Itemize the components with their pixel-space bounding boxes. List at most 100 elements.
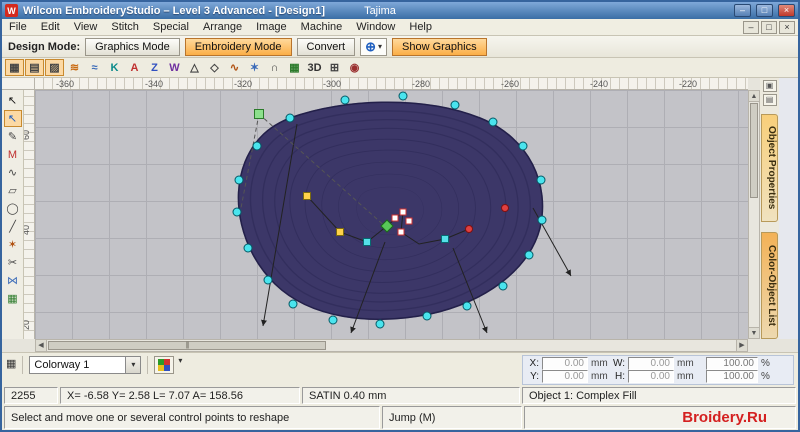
tool-button[interactable]: ↖ xyxy=(4,92,22,109)
menu-item[interactable]: Stitch xyxy=(104,20,146,34)
tool-button[interactable]: ▱ xyxy=(4,182,22,199)
node-handle[interactable] xyxy=(303,192,311,200)
node-handle[interactable] xyxy=(422,311,432,321)
tool-button[interactable]: ⋈ xyxy=(4,272,22,289)
node-handle[interactable] xyxy=(518,141,528,151)
menu-item[interactable]: Window xyxy=(349,20,402,34)
dock-grip-icon[interactable]: ▦ xyxy=(6,356,16,372)
tab-object-properties[interactable]: Object Properties xyxy=(761,114,778,222)
toolbar-icon[interactable]: ⊞ xyxy=(325,59,344,76)
node-handle[interactable] xyxy=(232,207,242,217)
minimize-button[interactable]: – xyxy=(734,4,751,17)
panel-icon[interactable]: ▤ xyxy=(762,94,777,106)
scroll-up-icon[interactable]: ▲ xyxy=(749,91,759,102)
node-handle[interactable] xyxy=(285,113,295,123)
show-graphics-button[interactable]: Show Graphics xyxy=(392,37,487,56)
node-handle[interactable] xyxy=(340,95,350,105)
close-button[interactable]: × xyxy=(778,4,795,17)
node-handle[interactable] xyxy=(363,238,371,246)
h-input[interactable]: 0.00 xyxy=(628,370,674,383)
toolbar-icon[interactable]: ◉ xyxy=(345,59,364,76)
toolbar-icon[interactable]: ∩ xyxy=(265,59,284,76)
tool-button[interactable]: ✂ xyxy=(4,254,22,271)
node-handle[interactable] xyxy=(462,301,472,311)
scale-y-input[interactable]: 100.00 xyxy=(706,370,758,383)
vertical-scroll-thumb[interactable] xyxy=(750,103,758,198)
tool-button[interactable]: ↖ xyxy=(3,110,22,127)
menu-item[interactable]: Machine xyxy=(294,20,350,34)
tool-button[interactable]: ◯ xyxy=(4,200,22,217)
toolbar-icon[interactable]: ✶ xyxy=(245,59,264,76)
menu-item[interactable]: Help xyxy=(402,20,439,34)
node-handle[interactable] xyxy=(391,214,399,222)
tab-color-object-list[interactable]: Color-Object List xyxy=(761,231,778,339)
node-handle[interactable] xyxy=(336,228,344,236)
hoop-globe-button[interactable]: ⊕ ▾ xyxy=(360,37,387,56)
scroll-right-icon[interactable]: ▶ xyxy=(736,340,747,351)
maximize-button[interactable]: □ xyxy=(756,4,773,17)
mdi-restore-button[interactable]: □ xyxy=(761,20,777,34)
end-handle[interactable] xyxy=(465,225,473,233)
horizontal-scrollbar[interactable]: ◀ ||| ▶ xyxy=(35,339,748,352)
mdi-close-button[interactable]: × xyxy=(779,20,795,34)
node-handle[interactable] xyxy=(405,217,413,225)
menu-item[interactable]: Image xyxy=(249,20,294,34)
tool-button[interactable]: ╱ xyxy=(4,218,22,235)
node-handle[interactable] xyxy=(263,275,273,285)
node-handle[interactable] xyxy=(234,175,244,185)
colorway-select[interactable]: Colorway 1 ▾ xyxy=(29,356,142,374)
node-handle[interactable] xyxy=(243,243,253,253)
x-input[interactable]: 0.00 xyxy=(542,357,588,370)
toolbar-icon[interactable]: A xyxy=(125,59,144,76)
w-input[interactable]: 0.00 xyxy=(628,357,674,370)
toolbar-icon[interactable]: ▦ xyxy=(5,59,24,76)
menu-item[interactable]: Edit xyxy=(34,20,67,34)
graphics-mode-button[interactable]: Graphics Mode xyxy=(85,37,180,56)
toolbar-icon[interactable]: ▨ xyxy=(45,59,64,76)
mixed-colors-button[interactable] xyxy=(154,356,175,374)
convert-button[interactable]: Convert xyxy=(296,37,356,56)
scroll-down-icon[interactable]: ▼ xyxy=(749,327,759,338)
node-handle[interactable] xyxy=(397,228,405,236)
node-handle[interactable] xyxy=(252,141,262,151)
chevron-down-icon[interactable]: ▾ xyxy=(125,357,141,373)
tool-button[interactable]: ∿ xyxy=(4,164,22,181)
panel-icon[interactable]: ▣ xyxy=(762,80,777,92)
toolbar-icon[interactable]: ∿ xyxy=(225,59,244,76)
toolbar-icon[interactable]: △ xyxy=(185,59,204,76)
toolbar-icon[interactable]: ▤ xyxy=(25,59,44,76)
menu-item[interactable]: Special xyxy=(146,20,196,34)
tool-button[interactable]: ✎ xyxy=(4,128,22,145)
node-handle[interactable] xyxy=(398,91,408,101)
node-handle[interactable] xyxy=(399,208,407,216)
scale-x-input[interactable]: 100.00 xyxy=(706,357,758,370)
toolbar-icon[interactable]: Z xyxy=(145,59,164,76)
toolbar-icon[interactable]: ▦ xyxy=(285,59,304,76)
tool-button[interactable]: ▦ xyxy=(4,290,22,307)
toolbar-icon[interactable]: K xyxy=(105,59,124,76)
tool-button[interactable]: ✶ xyxy=(4,236,22,253)
embroidery-object[interactable] xyxy=(237,101,544,320)
node-handle[interactable] xyxy=(498,281,508,291)
node-handle[interactable] xyxy=(488,117,498,127)
chevron-down-icon[interactable]: ▾ xyxy=(178,356,182,365)
scroll-left-icon[interactable]: ◀ xyxy=(36,340,47,351)
y-input[interactable]: 0.00 xyxy=(542,370,588,383)
toolbar-icon[interactable]: ◇ xyxy=(205,59,224,76)
menu-item[interactable]: File xyxy=(2,20,34,34)
node-handle[interactable] xyxy=(537,215,547,225)
horizontal-scroll-thumb[interactable]: ||| xyxy=(48,341,326,350)
node-handle[interactable] xyxy=(441,235,449,243)
end-handle[interactable] xyxy=(501,204,509,212)
menu-item[interactable]: Arrange xyxy=(196,20,249,34)
vertical-scrollbar[interactable]: ▲ ▼ xyxy=(748,90,760,339)
design-canvas[interactable] xyxy=(35,90,748,339)
start-handle[interactable] xyxy=(254,109,264,119)
node-handle[interactable] xyxy=(450,100,460,110)
node-handle[interactable] xyxy=(524,250,534,260)
design-svg[interactable] xyxy=(35,90,748,339)
toolbar-icon[interactable]: ≈ xyxy=(85,59,104,76)
toolbar-icon[interactable]: W xyxy=(165,59,184,76)
node-handle[interactable] xyxy=(536,175,546,185)
toolbar-icon[interactable]: ≋ xyxy=(65,59,84,76)
